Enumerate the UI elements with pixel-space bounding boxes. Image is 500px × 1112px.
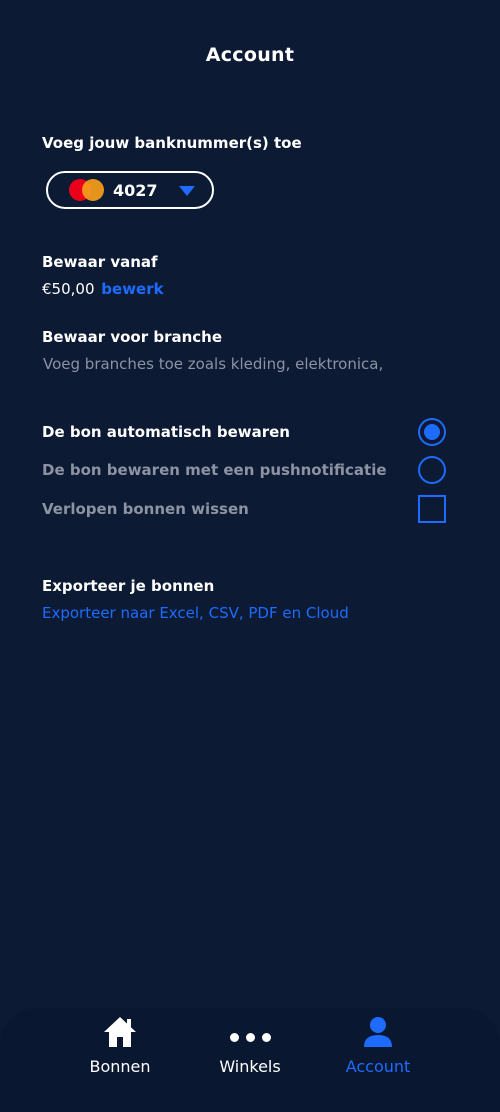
page-title: Account bbox=[205, 44, 295, 66]
option-delete-label: Verlopen bonnen wissen bbox=[42, 500, 249, 518]
nav-item-winkels[interactable]: Winkels bbox=[185, 1006, 315, 1086]
home-icon bbox=[103, 1006, 137, 1048]
nav-item-account[interactable]: Account bbox=[313, 1006, 443, 1086]
save-from-label: Bewaar vanaf bbox=[42, 253, 158, 271]
nav-item-bonnen[interactable]: Bonnen bbox=[55, 1006, 185, 1086]
export-label: Exporteer je bonnen bbox=[42, 577, 215, 595]
save-from-row: €50,00 bewerk bbox=[42, 280, 164, 298]
caret-down-icon bbox=[179, 186, 195, 196]
export-link[interactable]: Exporteer naar Excel, CSV, PDF en Cloud bbox=[42, 604, 349, 622]
edit-amount-link[interactable]: bewerk bbox=[101, 280, 163, 298]
option-push-label: De bon bewaren met een pushnotificatie bbox=[42, 461, 387, 479]
save-from-amount: €50,00 bbox=[42, 280, 95, 298]
branch-label: Bewaar voor branche bbox=[42, 328, 223, 346]
radio-selected-icon[interactable] bbox=[418, 418, 446, 446]
more-dots-icon bbox=[229, 1006, 271, 1048]
person-icon bbox=[362, 1006, 394, 1048]
nav-label-bonnen: Bonnen bbox=[89, 1057, 151, 1076]
nav-label-winkels: Winkels bbox=[219, 1057, 281, 1076]
card-dropdown[interactable]: 4027 bbox=[46, 171, 214, 209]
checkbox-icon[interactable] bbox=[418, 495, 446, 523]
bank-section-label: Voeg jouw banknummer(s) toe bbox=[42, 134, 302, 152]
card-digits: 4027 bbox=[113, 180, 158, 200]
radio-unselected-icon[interactable] bbox=[418, 456, 446, 484]
option-auto-save[interactable]: De bon automatisch bewaren bbox=[42, 414, 446, 450]
nav-label-account: Account bbox=[345, 1057, 411, 1076]
option-auto-save-label: De bon automatisch bewaren bbox=[42, 423, 290, 441]
option-push-notification[interactable]: De bon bewaren met een pushnotificatie bbox=[42, 452, 446, 488]
branch-input[interactable]: Voeg branches toe zoals kleding, elektro… bbox=[43, 355, 383, 373]
mastercard-icon bbox=[69, 179, 105, 201]
option-delete-expired[interactable]: Verlopen bonnen wissen bbox=[42, 491, 446, 527]
